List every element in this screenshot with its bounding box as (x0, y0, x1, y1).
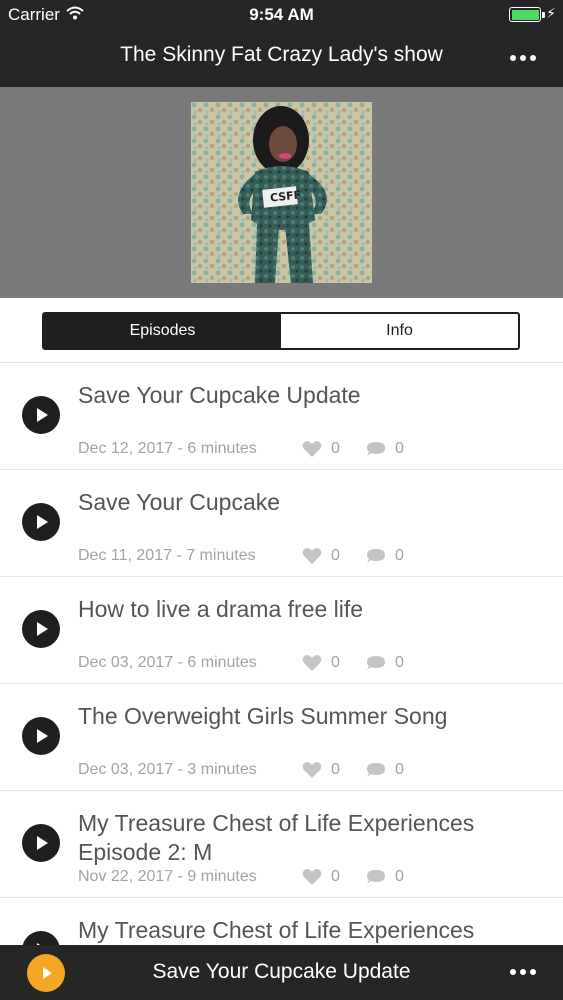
episode-title: Save Your Cupcake Update (78, 382, 361, 408)
episode-meta: Dec 12, 2017 - 6 minutes (78, 440, 257, 457)
heart-icon (302, 869, 322, 885)
tab-info[interactable]: Info (281, 314, 518, 348)
likes-value: 0 (331, 761, 340, 778)
play-icon[interactable] (22, 503, 60, 541)
comments-value: 0 (395, 868, 404, 885)
segmented-control: Episodes Info (42, 312, 520, 350)
likes-value: 0 (331, 440, 340, 457)
play-icon[interactable] (22, 824, 60, 862)
likes-count[interactable]: 0 (302, 868, 340, 886)
likes-count[interactable]: 0 (302, 547, 340, 565)
episode-row[interactable]: My Treasure Chest of Life Experiences Ep… (0, 791, 563, 898)
comment-bubble-icon (367, 441, 385, 456)
episode-title: The Overweight Girls Summer Song (78, 703, 448, 729)
comments-count[interactable]: 0 (366, 868, 404, 886)
comment-bubble-icon (367, 762, 385, 777)
comment-bubble-icon (367, 655, 385, 670)
comments-value: 0 (395, 654, 404, 671)
episode-meta: Dec 11, 2017 - 7 minutes (78, 547, 256, 564)
charging-icon: ⚡ (546, 5, 556, 21)
clock: 9:54 AM (249, 5, 314, 24)
episode-meta: Dec 03, 2017 - 6 minutes (78, 654, 257, 671)
episode-title: How to live a drama free life (78, 596, 364, 622)
episode-meta: Nov 22, 2017 - 9 minutes (78, 868, 257, 885)
comments-value: 0 (395, 547, 404, 564)
more-options-icon[interactable] (503, 48, 543, 68)
likes-value: 0 (331, 547, 340, 564)
comments-count[interactable]: 0 (366, 654, 404, 672)
more-options-icon[interactable] (503, 962, 543, 982)
now-playing-title: Save Your Cupcake Update (152, 960, 411, 983)
episode-row[interactable]: How to live a drama free life Dec 03, 20… (0, 577, 563, 684)
play-icon[interactable] (22, 396, 60, 434)
episode-row[interactable]: Save Your Cupcake Update Dec 12, 2017 - … (0, 363, 563, 470)
episode-title: My Treasure Chest of Life Experiences Ep… (78, 810, 475, 865)
episode-title: Save Your Cupcake (78, 489, 281, 515)
likes-count[interactable]: 0 (302, 761, 340, 779)
play-icon[interactable] (22, 610, 60, 648)
battery-tip (542, 12, 545, 18)
comment-bubble-icon (367, 548, 385, 563)
podcast-header: CSFF (0, 87, 563, 298)
likes-count[interactable]: 0 (302, 654, 340, 672)
tab-episodes[interactable]: Episodes (44, 314, 281, 348)
likes-count[interactable]: 0 (302, 440, 340, 458)
episode-title: My Treasure Chest of Life Experiences (78, 917, 475, 943)
comments-value: 0 (395, 440, 404, 457)
play-icon[interactable] (22, 717, 60, 755)
heart-icon (302, 762, 322, 778)
likes-value: 0 (331, 868, 340, 885)
comments-value: 0 (395, 761, 404, 778)
status-bar: Carrier 9:54 AM ⚡ (0, 0, 563, 30)
likes-value: 0 (331, 654, 340, 671)
cover-art-image[interactable]: CSFF (191, 102, 372, 283)
comments-count[interactable]: 0 (366, 440, 404, 458)
episode-list: Save Your Cupcake Update Dec 12, 2017 - … (0, 363, 563, 1000)
heart-icon (302, 441, 322, 457)
tab-bar: Episodes Info (0, 298, 563, 363)
comments-count[interactable]: 0 (366, 761, 404, 779)
comment-bubble-icon (367, 869, 385, 884)
heart-icon (302, 548, 322, 564)
episode-row[interactable]: The Overweight Girls Summer Song Dec 03,… (0, 684, 563, 791)
heart-icon (302, 655, 322, 671)
episode-meta: Dec 03, 2017 - 3 minutes (78, 761, 257, 778)
battery-icon (509, 7, 541, 22)
nav-bar: The Skinny Fat Crazy Lady's show (0, 30, 563, 87)
page-title: The Skinny Fat Crazy Lady's show (120, 43, 443, 66)
episode-row[interactable]: Save Your Cupcake Dec 11, 2017 - 7 minut… (0, 470, 563, 577)
now-playing-bar[interactable]: Save Your Cupcake Update (0, 945, 563, 1000)
comments-count[interactable]: 0 (366, 547, 404, 565)
